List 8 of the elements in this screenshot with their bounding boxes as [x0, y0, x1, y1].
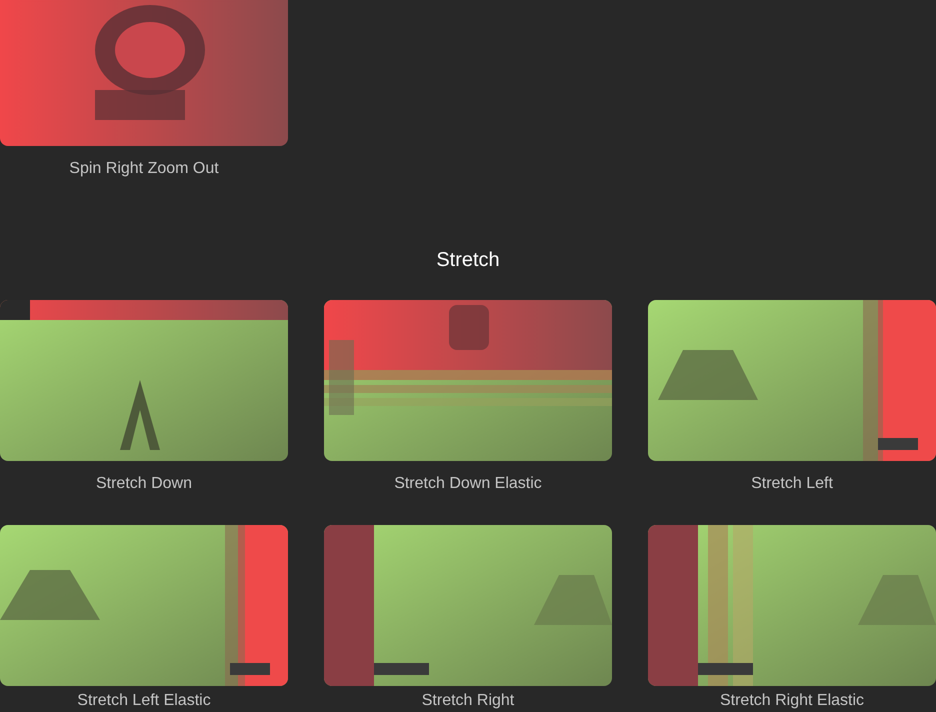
item-label: Stretch Left	[750, 475, 834, 494]
item-label: Stretch Right Elastic	[718, 692, 866, 711]
item-label: Stretch Left Elastic	[76, 692, 212, 711]
item-label: Stretch Right	[420, 692, 516, 711]
item-label: Stretch Down	[94, 475, 194, 494]
item-label: Spin Right Zoom Out	[68, 160, 220, 179]
item-label: Stretch Down Elastic	[393, 475, 543, 494]
section-title: Stretch	[435, 250, 501, 270]
